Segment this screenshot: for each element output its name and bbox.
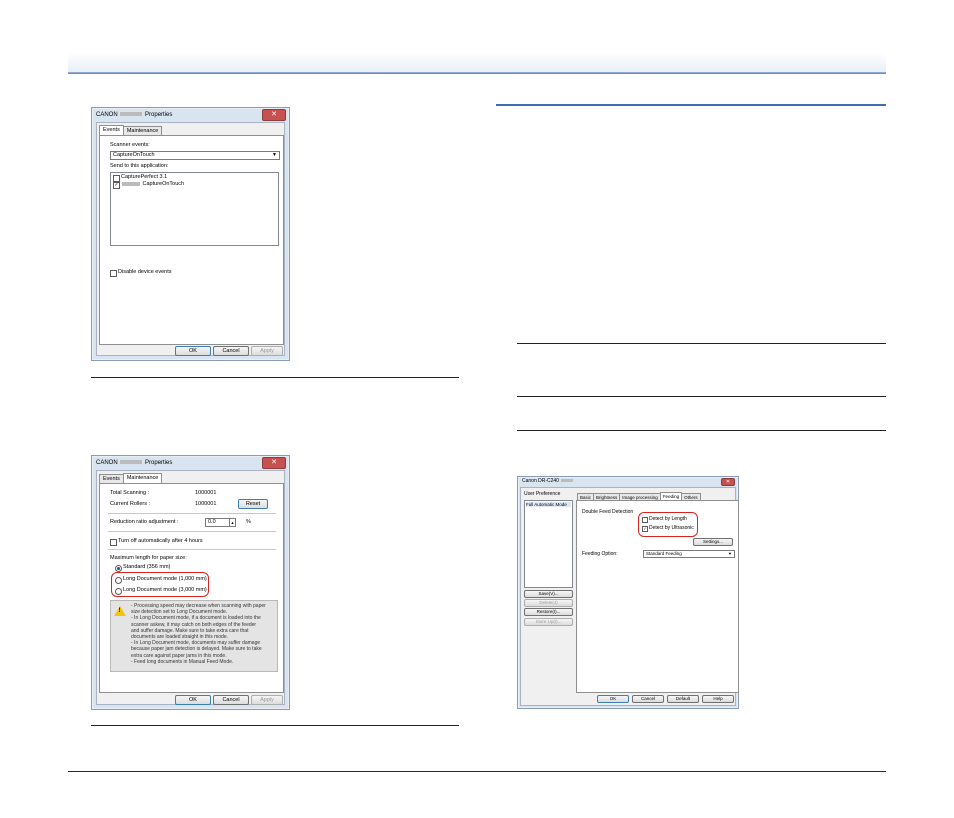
dialog-title: Canon DR-C240 [522,478,559,484]
scanner-events-value: CaptureOnTouch [113,152,155,158]
title-prefix: CANON [96,112,118,118]
warning-panel: ! - Processing speed may decrease when s… [110,600,278,672]
note-rule-1 [517,343,886,344]
dialog-titlebar: Canon DR-C240 [518,477,738,486]
redacted-model [120,112,143,117]
option-standard-label: Standard (356 mm) [123,564,171,570]
radio-standard[interactable] [115,565,122,572]
dialog-body: Events Maintenance Total Scanning : 10000… [96,470,285,705]
tab-row: Events Maintenance [99,473,163,484]
warning-line: - In Long Document mode, if a document i… [131,615,261,622]
warning-line: - Feed long documents in Manual Feed Mod… [131,658,234,665]
tab-panel: Total Scanning : 1000001 Current Rollers… [99,483,284,693]
page-footer-rule [68,771,886,772]
separator [108,513,276,514]
disable-events-checkbox[interactable] [110,270,117,277]
default-button[interactable]: Default [667,695,699,703]
app-label-captureperfect: CapturePerfect 3.1 [121,174,168,180]
reduction-label: Reduction ratio adjustment : [110,519,179,525]
user-preference-label: User Preference [524,491,561,497]
close-icon[interactable]: ✕ [262,109,286,121]
warning-text: - Processing speed may decrease when sca… [131,603,266,665]
apply-button[interactable]: Apply [251,695,283,705]
feeding-option-label: Feeding Option: [582,551,618,557]
chevron-down-icon: ▼ [728,551,732,556]
feeding-option-select[interactable]: Standard Feeding ▼ [643,550,735,558]
disable-events-label: Disable device events [118,269,172,275]
turn-off-label: Turn off automatically after 4 hours [118,538,203,544]
reduction-input[interactable]: 0.0 [205,518,231,527]
scanner-events-select[interactable]: CaptureOnTouch ▼ [110,151,280,160]
tab-panel: Scanner events: CaptureOnTouch ▼ Send to… [99,135,284,345]
list-item[interactable]: Full Automatic Mode [526,502,571,507]
page-header-rule [68,72,886,74]
note-rule-2 [517,396,886,397]
feeding-panel: Double Feed Detection Detect by Length ✓… [576,500,739,693]
application-list[interactable]: CapturePerfect 3.1 ✓ CaptureOnTouch [110,172,279,246]
reduction-spinner[interactable]: ▲ [229,518,236,527]
reduction-unit: % [246,519,251,525]
restore-button[interactable]: Restore(I)... [524,608,573,616]
cancel-button[interactable]: Cancel [632,695,664,703]
cancel-button[interactable]: Cancel [213,695,249,705]
warning-icon: ! [114,606,126,616]
help-button[interactable]: Help [702,695,734,703]
total-scanning-value: 1000001 [195,490,217,496]
dialog-body: User Preference Full Automatic Mode Save… [520,487,739,706]
title-prefix: CANON [96,460,118,466]
close-icon[interactable]: ✕ [721,478,735,486]
ok-button[interactable]: OK [175,695,211,705]
cancel-button[interactable]: Cancel [213,346,249,356]
reset-button[interactable]: Reset [238,499,268,509]
redacted-model [122,181,140,186]
max-length-label: Maximum length for paper size: [110,555,187,561]
delete-button[interactable]: Delete(J) [524,599,573,607]
user-preference-list[interactable]: Full Automatic Mode [524,500,573,588]
save-button[interactable]: Save(V)... [524,590,573,598]
ok-button[interactable]: OK [597,695,629,703]
dialog-body: Events Maintenance Scanner events: Captur… [96,122,285,356]
note-rule-left-1 [91,377,459,378]
section-heading-rule [496,104,886,106]
redacted-model [120,460,143,465]
apply-button[interactable]: Apply [251,346,283,356]
app-label-text: CaptureOnTouch [142,181,185,187]
driver-settings-dialog: Canon DR-C240 ✕ User Preference Full Aut… [517,476,739,709]
close-icon[interactable]: ✕ [262,457,286,469]
properties-dialog-maintenance: CANON Properties ✕ Events Maintenance Tot… [91,455,290,710]
dialog-titlebar: CANON Properties [92,456,289,470]
ok-button[interactable]: OK [175,346,211,356]
warning-line: because paper jam detection is delayed. … [131,646,262,653]
current-rollers-value: 1000001 [195,501,217,507]
separator [108,549,276,550]
turn-off-checkbox[interactable] [110,539,117,546]
highlight-long-document-options [111,572,209,597]
warning-line: scanner askew, it may catch on both edge… [131,621,257,628]
note-rule-left-2 [91,725,459,726]
scanner-events-label: Scanner events: [110,142,150,148]
chevron-down-icon: ▼ [272,152,277,158]
current-rollers-label: Current Rollers : [110,501,151,507]
app-checkbox-captureontouch[interactable]: ✓ [113,182,120,189]
app-checkbox-captureperfect[interactable] [113,175,120,182]
properties-dialog-events: CANON Properties ✕ Events Maintenance Sca… [91,107,290,361]
send-to-label: Send to this application: [110,163,169,169]
separator [108,531,276,532]
double-feed-label: Double Feed Detection [582,509,634,515]
store-up-button[interactable]: Store Up(I)... [524,618,573,626]
reduction-value: 0.0 [208,519,216,525]
page-header-band [68,52,886,72]
highlight-double-feed-options [638,512,698,537]
note-rule-3 [517,430,886,431]
feeding-option-value: Standard Feeding [646,551,682,556]
settings-button[interactable]: Settings... [693,538,733,546]
title-suffix: Properties [145,112,173,118]
redacted-model [561,479,574,483]
total-scanning-label: Total Scanning : [110,490,150,496]
tab-row: Events Maintenance [99,125,163,136]
title-suffix: Properties [145,460,173,466]
dialog-titlebar: CANON Properties [92,108,289,122]
app-label-captureontouch: CaptureOnTouch [121,181,184,187]
